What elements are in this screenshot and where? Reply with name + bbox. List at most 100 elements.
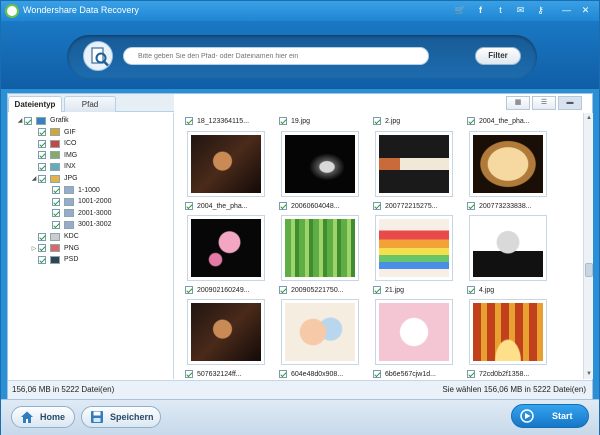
file-name: 2004_the_pha... (479, 117, 530, 125)
tree-checkbox[interactable] (38, 139, 46, 148)
thumbnail-preview (191, 303, 261, 361)
scroll-down-icon[interactable]: ▼ (584, 369, 594, 379)
file-checkbox[interactable] (373, 117, 381, 125)
file-checkbox[interactable] (185, 202, 193, 210)
tree-item[interactable]: 3001-3002 (44, 219, 111, 230)
file-thumbnail-item[interactable]: 2004_the_pha... (181, 131, 273, 221)
tree-checkbox[interactable] (38, 232, 46, 241)
file-thumbnail-item[interactable]: 200902160249... (181, 215, 273, 305)
file-thumbnail-item[interactable]: 6b6e567cjw1d... (369, 299, 461, 379)
tree-checkbox[interactable] (38, 244, 46, 253)
cart-icon[interactable]: 🛒 (454, 4, 467, 17)
file-checkbox[interactable] (373, 286, 381, 294)
file-thumbnail-item[interactable]: 4.jpg (463, 215, 555, 305)
file-thumbnail-item[interactable]: 200772215275... (369, 131, 461, 221)
image-thumbnail[interactable] (281, 215, 359, 281)
image-thumbnail[interactable] (187, 215, 265, 281)
file-checkbox[interactable] (373, 370, 381, 378)
file-checkbox[interactable] (279, 117, 287, 125)
tree-item[interactable]: ◢ JPG (30, 173, 78, 184)
tree-item[interactable]: ◢ Grafik (16, 115, 69, 126)
scroll-up-icon[interactable]: ▲ (584, 113, 594, 123)
file-thumbnail-item[interactable]: 20060604048... (275, 131, 367, 221)
twitter-icon[interactable]: t (494, 4, 507, 17)
file-checkbox[interactable] (185, 117, 193, 125)
file-checkbox[interactable] (185, 370, 193, 378)
vertical-scrollbar[interactable]: ▲ ▼ (583, 113, 593, 379)
tree-item[interactable]: ▷ PNG (30, 243, 79, 254)
file-checkbox[interactable] (373, 202, 381, 210)
file-caption[interactable]: 19.jpg (279, 116, 310, 126)
image-thumbnail[interactable] (469, 215, 547, 281)
file-thumbnail-item[interactable]: 72cd0b2f1358... (463, 299, 555, 379)
file-checkbox[interactable] (467, 117, 475, 125)
tree-item[interactable]: IMG (30, 150, 77, 161)
feedback-icon[interactable]: ✉ (514, 4, 527, 17)
image-thumbnail[interactable] (469, 299, 547, 365)
image-thumbnail[interactable] (281, 299, 359, 365)
image-thumbnail[interactable] (375, 215, 453, 281)
image-thumbnail[interactable] (375, 131, 453, 197)
collapse-icon[interactable]: ◢ (16, 117, 24, 124)
filter-button[interactable]: Filter (475, 47, 521, 65)
tree-checkbox[interactable] (24, 116, 32, 125)
file-caption[interactable]: 2004_the_pha... (467, 116, 530, 126)
file-caption[interactable]: 2.jpg (373, 116, 400, 126)
image-thumbnail[interactable] (469, 131, 547, 197)
facebook-icon[interactable]: f (474, 4, 487, 17)
minimize-icon[interactable]: — (560, 4, 573, 17)
detail-view-icon[interactable]: ▬ (558, 96, 582, 110)
file-thumbnail-item[interactable]: 507632124ff... (181, 299, 273, 379)
tab-path[interactable]: Pfad (64, 96, 116, 112)
image-thumbnail[interactable] (187, 299, 265, 365)
file-thumbnail-item[interactable]: 21.jpg (369, 215, 461, 305)
file-thumbnail-item[interactable]: 604e48d0x908... (275, 299, 367, 379)
tree-checkbox[interactable] (52, 220, 60, 229)
start-button[interactable]: Start (511, 404, 589, 428)
collapse-icon[interactable]: ◢ (30, 175, 38, 182)
tree-checkbox[interactable] (38, 151, 46, 160)
search-input[interactable] (123, 47, 429, 65)
tree-item[interactable]: 2001-3000 (44, 208, 111, 219)
tree-item[interactable]: ICO (30, 138, 76, 149)
thumbnail-view-icon[interactable]: ▦ (506, 96, 530, 110)
tree-item[interactable]: KDC (30, 231, 79, 242)
home-button[interactable]: Home (11, 406, 75, 428)
tab-file-type[interactable]: Dateientyp (8, 96, 62, 112)
save-button-label: Speichern (110, 412, 154, 422)
tree-checkbox[interactable] (52, 197, 60, 206)
tree-item[interactable]: PSD (30, 254, 78, 265)
file-thumbnail-item[interactable]: 200773233838... (463, 131, 555, 221)
tree-checkbox[interactable] (38, 255, 46, 264)
tree-item-label: 3001-3002 (78, 221, 112, 229)
tree-item[interactable]: GIF (30, 127, 76, 138)
tree-checkbox[interactable] (52, 209, 60, 218)
tree-checkbox[interactable] (38, 162, 46, 171)
scroll-thumb[interactable] (585, 263, 593, 277)
file-checkbox[interactable] (185, 286, 193, 294)
image-thumbnail[interactable] (281, 131, 359, 197)
tree-checkbox[interactable] (38, 128, 46, 137)
close-icon[interactable]: ✕ (579, 4, 592, 17)
list-view-icon[interactable]: ☰ (532, 96, 556, 110)
file-caption[interactable]: 18_123364115... (185, 116, 249, 126)
file-checkbox[interactable] (467, 370, 475, 378)
file-checkbox[interactable] (467, 202, 475, 210)
tree-checkbox[interactable] (52, 186, 60, 195)
file-checkbox[interactable] (467, 286, 475, 294)
image-thumbnail[interactable] (375, 299, 453, 365)
file-thumbnail-item[interactable]: 200905221750... (275, 215, 367, 305)
file-type-icon (64, 197, 74, 206)
tree-item[interactable]: INX (30, 161, 76, 172)
save-button[interactable]: Speichern (81, 406, 161, 428)
file-checkbox[interactable] (279, 286, 287, 294)
expand-icon[interactable]: ▷ (30, 245, 38, 252)
file-checkbox[interactable] (279, 370, 287, 378)
tree-item-label: 2001-3000 (78, 209, 112, 217)
image-thumbnail[interactable] (187, 131, 265, 197)
key-icon[interactable]: ⚷ (534, 4, 547, 17)
file-checkbox[interactable] (279, 202, 287, 210)
tree-item[interactable]: 1001-2000 (44, 196, 111, 207)
tree-checkbox[interactable] (38, 174, 46, 183)
tree-item[interactable]: 1-1000 (44, 185, 100, 196)
